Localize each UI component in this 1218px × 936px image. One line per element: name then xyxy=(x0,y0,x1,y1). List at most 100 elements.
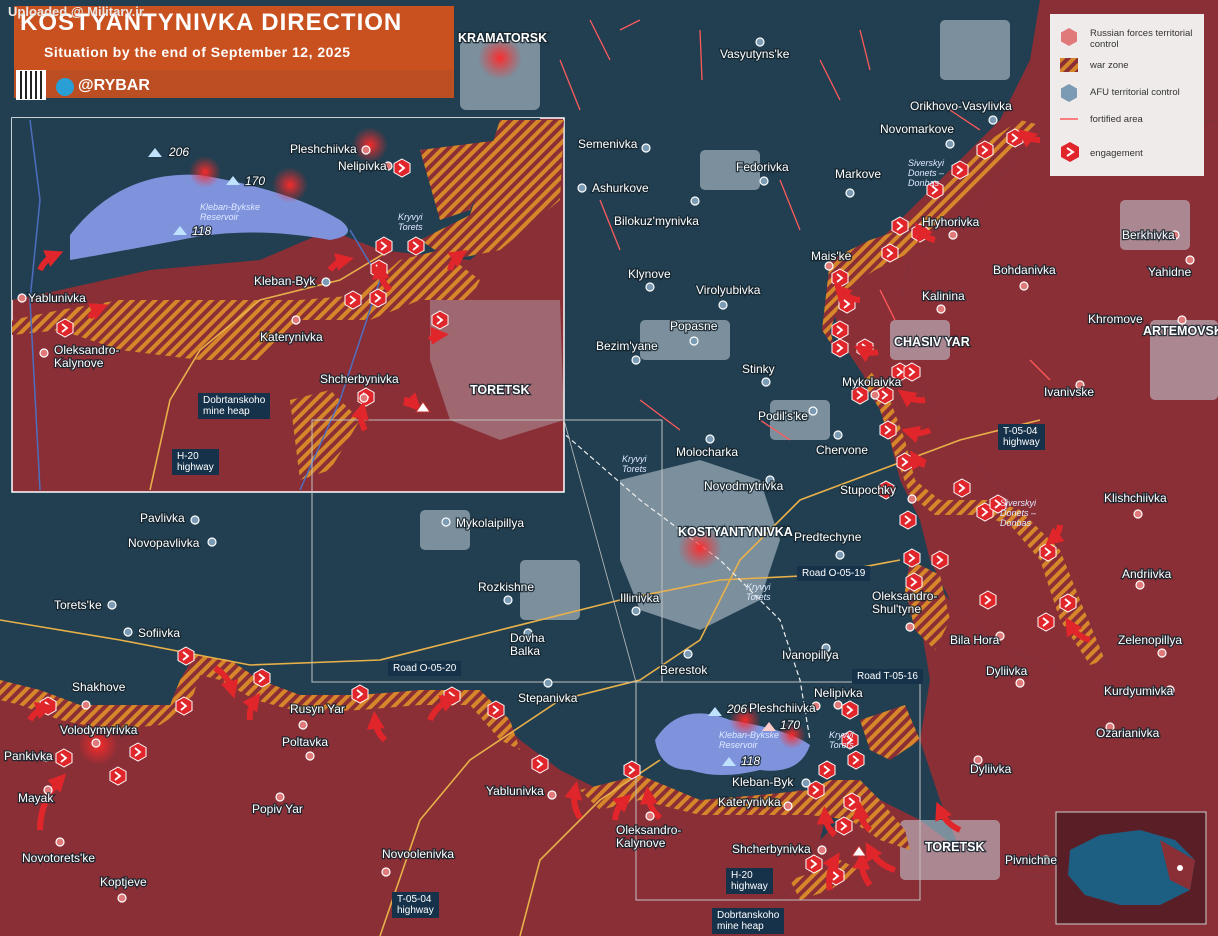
engagement-hex xyxy=(841,700,859,720)
settlement-dot xyxy=(1157,648,1167,658)
label-bezimyane: Bezim'yane xyxy=(596,339,658,353)
label-chasiv-yar: CHASIV YAR xyxy=(894,335,970,349)
settlement-dot xyxy=(305,751,315,761)
settlement-dot xyxy=(1185,255,1195,265)
settlement-dot xyxy=(39,348,49,358)
engagement-icon xyxy=(1061,142,1079,162)
settlement-dot xyxy=(907,494,917,504)
settlement-dot xyxy=(381,867,391,877)
settlement-dot xyxy=(705,434,715,444)
label-podilske: Podil's'ke xyxy=(758,409,808,423)
settlement-dot xyxy=(801,778,811,788)
settlement-dot xyxy=(641,143,651,153)
settlement-dot xyxy=(190,515,200,525)
legend-war-zone-label: war zone xyxy=(1090,60,1129,71)
label-bohdanivka: Bohdanivka xyxy=(993,263,1056,277)
label-kramatorsk: KRAMATORSK xyxy=(458,31,547,45)
settlement-dot xyxy=(845,188,855,198)
settlement-dot xyxy=(1133,509,1143,519)
engagement-hex xyxy=(1039,542,1057,562)
settlement-dot xyxy=(948,230,958,240)
settlement-dot xyxy=(1019,281,1029,291)
river-kryvyi-1: Kryvyi Torets xyxy=(622,454,648,474)
settlement-dot xyxy=(905,622,915,632)
label-maiske: Mais'ke xyxy=(811,249,852,263)
label-ivanivske: Ivanivske xyxy=(1044,385,1094,399)
label-yablunivka: Yablunivka xyxy=(28,291,86,305)
inset-height-170: 170 xyxy=(245,174,265,188)
settlement-dot xyxy=(359,393,369,403)
label-khromove: Khromove xyxy=(1088,312,1143,326)
engagement-hex xyxy=(831,268,849,288)
engagement-hex xyxy=(351,684,369,704)
label-mykolaivka: Mykolaivka xyxy=(842,375,902,389)
settlement-dot xyxy=(870,390,880,400)
label-dovha-balka: Dovha Balka xyxy=(510,631,545,658)
settlement-dot xyxy=(1015,678,1025,688)
engagement-hex xyxy=(109,766,127,786)
settlement-dot xyxy=(817,845,827,855)
label-semenivka: Semenivka xyxy=(578,137,638,151)
settlement-dot xyxy=(936,304,946,314)
road-h20: H-20 highway xyxy=(726,868,773,894)
attack-arrow xyxy=(854,345,879,363)
afu-hex-icon xyxy=(1061,84,1077,102)
settlement-dot xyxy=(631,355,641,365)
engagement-hex xyxy=(129,742,147,762)
settlement-dot xyxy=(123,627,133,637)
settlement-dot xyxy=(55,837,65,847)
settlement-dot xyxy=(1177,315,1187,325)
brand-handle[interactable]: @RYBAR xyxy=(78,77,150,95)
fortified-line-icon xyxy=(1060,118,1078,120)
engagement-hex xyxy=(623,760,641,780)
settlement-dot xyxy=(298,720,308,730)
attack-arrow xyxy=(351,401,369,432)
settlement-dot xyxy=(81,700,91,710)
settlement-dot xyxy=(321,277,331,287)
engagement-hex xyxy=(835,816,853,836)
height-170: 170 xyxy=(780,718,800,732)
engagement-hex xyxy=(55,748,73,768)
label-artemovsk: ARTEMOVSK xyxy=(1143,324,1218,338)
engagement-hex xyxy=(843,792,861,812)
legend-fortified-label: fortified area xyxy=(1090,114,1143,125)
label-illinivka: Illinivka xyxy=(620,591,660,605)
legend-afu-label: AFU territorial control xyxy=(1090,87,1180,98)
engagement-hex xyxy=(931,550,949,570)
settlement-dot xyxy=(107,600,117,610)
label-katerynivka: Katerynivka xyxy=(718,795,781,809)
label-bilokuzmynivka: Bilokuz'mynivka xyxy=(614,214,699,228)
label-novotoretske: Novotorets'ke xyxy=(22,851,95,865)
label-shcherbynivka: Shcherbynivka xyxy=(732,842,811,856)
label-stinky: Stinky xyxy=(742,362,775,376)
settlement-dot xyxy=(441,517,451,527)
label-koptjeve: Koptjeve xyxy=(100,875,147,889)
label-andriivka: Andriivka xyxy=(1122,567,1172,581)
legend-engagement-label: engagement xyxy=(1090,148,1143,159)
engagement-hex xyxy=(805,854,823,874)
label-nelipivka: Nelipivka xyxy=(338,159,387,173)
settlement-dot xyxy=(761,377,771,387)
label-kalinina: Kalinina xyxy=(922,289,965,303)
telegram-icon xyxy=(56,78,74,96)
road-t0516: Road T-05-16 xyxy=(852,669,923,684)
engagement-hex xyxy=(831,320,849,340)
label-klynove: Klynove xyxy=(628,267,671,281)
label-rusyn-yar: Rusyn Yar xyxy=(290,702,345,716)
inset-river-kryvyi: Kryvyi Torets xyxy=(398,212,424,232)
settlement-dot xyxy=(833,700,843,710)
label-vasyutynske: Vasyutyns'ke xyxy=(720,47,790,61)
label-kleban-byk: Kleban-Byk xyxy=(254,274,316,288)
label-rozkishne: Rozkishne xyxy=(478,580,534,594)
label-klishchiivka: Klishchiivka xyxy=(1104,491,1167,505)
height-206: 206 xyxy=(726,702,747,716)
label-mykolaipillya: Mykolaipillya xyxy=(456,516,524,530)
settlement-dot xyxy=(683,649,693,659)
road-t0504-a: T-05-04 highway xyxy=(998,424,1045,450)
label-pankivka: Pankivka xyxy=(4,749,53,763)
label-toretsk: TORETSK xyxy=(925,840,985,854)
label-pavlivka: Pavlivka xyxy=(140,511,185,525)
label-kurdyumivka: Kurdyumivka xyxy=(1104,684,1174,698)
label-poltavka: Poltavka xyxy=(282,735,328,749)
war-zone-icon xyxy=(1060,58,1078,72)
